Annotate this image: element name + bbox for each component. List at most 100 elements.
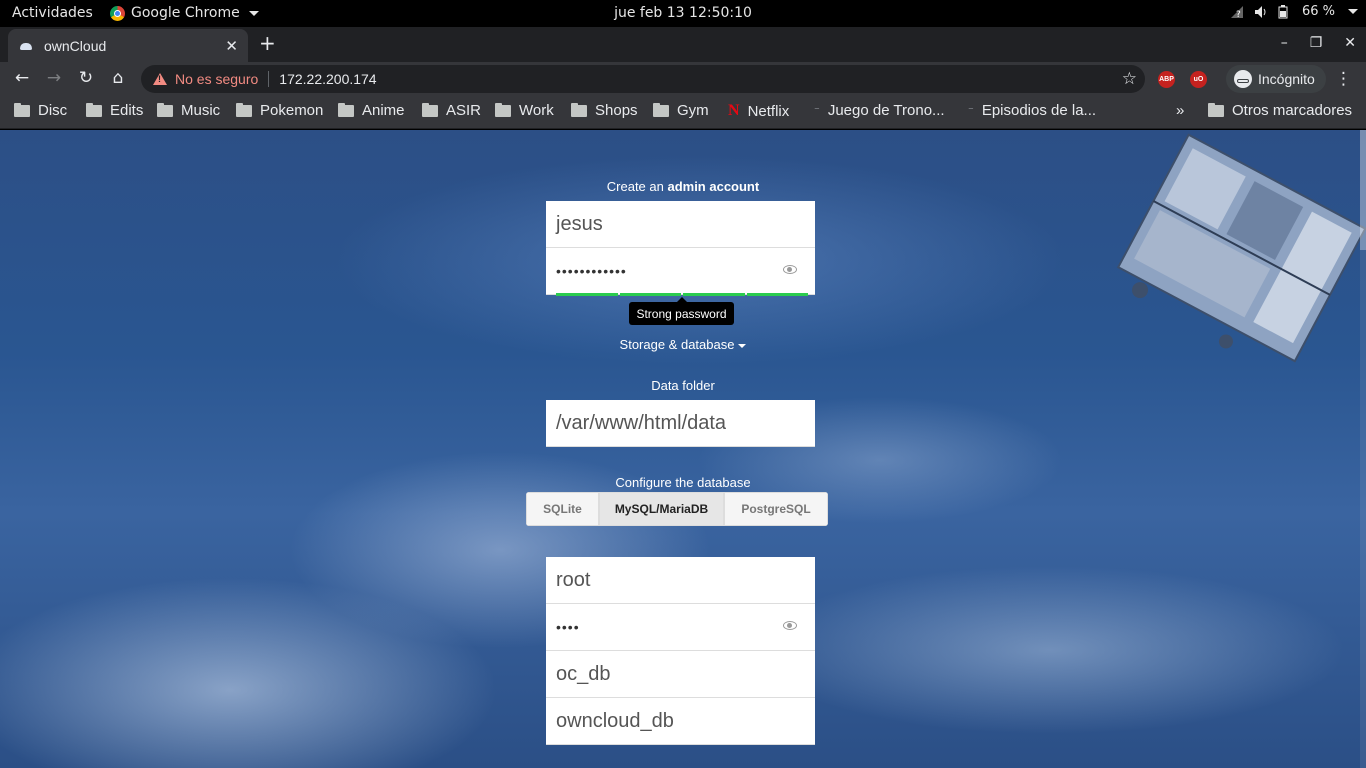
strength-segment [683, 293, 745, 296]
db-name-field[interactable]: oc_db [546, 651, 815, 698]
password-strength-tooltip: Strong password [629, 297, 734, 325]
heading-prefix: Create an [606, 179, 668, 194]
bookmark-link[interactable]: ⁻ Episodios de la... [968, 102, 1096, 119]
bookmark-folder[interactable]: Edits [86, 102, 143, 119]
bookmark-folder[interactable]: Pokemon [236, 102, 323, 119]
bookmark-folder[interactable]: Shops [571, 102, 638, 119]
chrome-logo-icon [110, 5, 125, 21]
db-option-mysql[interactable]: MySQL/MariaDB [599, 492, 724, 526]
system-top-bar: Actividades Google Chrome jue feb 13 12:… [0, 0, 1366, 27]
svg-text:?: ? [1236, 10, 1241, 19]
show-password-icon[interactable] [783, 265, 797, 274]
bookmarks-overflow-button[interactable]: » [1176, 102, 1184, 119]
bookmark-label: Otros marcadores [1232, 102, 1353, 119]
home-icon[interactable]: ⌂ [107, 68, 129, 88]
db-password-field[interactable]: •••• [546, 604, 815, 651]
battery-icon [1278, 4, 1292, 19]
browser-menu-icon[interactable]: ⋮ [1335, 69, 1352, 89]
netflix-icon: N [728, 102, 740, 119]
db-password-value: •••• [556, 619, 580, 635]
admin-password-field[interactable]: •••••••••••• [546, 248, 815, 295]
address-bar[interactable]: No es seguro 172.22.200.174 ☆ [141, 65, 1145, 93]
overflow-chevron-icon: » [1176, 102, 1185, 119]
folder-icon [571, 102, 587, 117]
bookmark-label: Pokemon [260, 102, 324, 119]
storage-toggle-label: Storage & database [619, 337, 735, 352]
data-folder-label: Data folder [651, 378, 715, 393]
folder-icon [1208, 102, 1224, 117]
adblock-extension-icon[interactable]: ABP [1158, 71, 1175, 88]
browser-tab[interactable]: ownCloud ✕ [8, 29, 248, 62]
forward-icon[interactable]: → [43, 68, 65, 88]
network-question-icon: ? [1230, 5, 1244, 20]
owncloud-setup-page: Create an admin account jesus ••••••••••… [0, 130, 1366, 768]
bookmark-folder[interactable]: Work [495, 102, 554, 119]
bookmark-label: ASIR [446, 102, 482, 119]
window-controls: – ❐ ✕ [1281, 35, 1356, 51]
minimize-icon[interactable]: – [1281, 35, 1288, 51]
bookmark-folder[interactable]: Disc [14, 102, 67, 119]
warning-icon [153, 73, 167, 85]
bookmark-label: Shops [595, 102, 638, 119]
bookmark-label: Netflix [747, 102, 790, 120]
bookmark-star-icon[interactable]: ☆ [1122, 69, 1137, 89]
folder-icon [157, 102, 173, 117]
bookmark-netflix[interactable]: N Netflix [728, 102, 789, 120]
close-window-icon[interactable]: ✕ [1344, 35, 1356, 51]
owncloud-favicon-icon [18, 40, 34, 52]
storage-database-toggle[interactable]: Storage & database [0, 337, 1366, 352]
bookmark-label: Gym [677, 102, 709, 119]
admin-username-field[interactable]: jesus [546, 201, 815, 248]
strength-segment [619, 293, 681, 296]
bookmark-link[interactable]: ⁻ Juego de Trono... [814, 102, 945, 119]
reload-icon[interactable]: ↻ [75, 68, 97, 88]
heading-bold: admin account [667, 179, 760, 194]
db-option-postgresql[interactable]: PostgreSQL [724, 492, 828, 526]
db-name-value: oc_db [556, 662, 611, 685]
chevron-down-icon [248, 10, 259, 16]
close-tab-icon[interactable]: ✕ [225, 37, 238, 55]
db-user-field[interactable]: root [546, 557, 815, 604]
page-icon: ⁻ [814, 105, 820, 117]
folder-icon [14, 102, 30, 117]
security-indicator[interactable]: No es seguro [175, 71, 258, 87]
folder-icon [495, 102, 511, 117]
restore-icon[interactable]: ❐ [1310, 35, 1323, 51]
data-folder-field[interactable]: /var/www/html/data [546, 400, 815, 447]
new-tab-icon[interactable]: + [259, 33, 276, 53]
battery-percentage: 66 % [1301, 4, 1335, 19]
app-menu[interactable]: Google Chrome [110, 5, 259, 21]
bookmark-folder[interactable]: ASIR [422, 102, 481, 119]
bookmark-folder[interactable]: Anime [338, 102, 405, 119]
bookmark-label: Edits [110, 102, 144, 119]
db-option-sqlite[interactable]: SQLite [526, 492, 599, 526]
tab-strip: ownCloud ✕ + – ❐ ✕ [0, 27, 1366, 62]
bookmark-folder[interactable]: Gym [653, 102, 709, 119]
other-bookmarks-folder[interactable]: Otros marcadores [1208, 102, 1352, 119]
divider [268, 71, 270, 87]
bookmarks-bar: Disc Edits Music Pokemon Anime ASIR Work… [0, 96, 1366, 129]
bookmark-label: Episodios de la... [981, 102, 1097, 119]
incognito-icon [1234, 70, 1252, 88]
bookmark-label: Anime [362, 102, 405, 119]
db-host-field[interactable]: owncloud_db [546, 698, 815, 745]
incognito-profile[interactable]: Incógnito [1226, 65, 1326, 93]
bookmark-folder[interactable]: Music [157, 102, 220, 119]
bookmark-label: Music [181, 102, 221, 119]
bookmark-label: Juego de Trono... [827, 102, 945, 119]
strength-segment [556, 293, 618, 296]
show-password-icon[interactable] [783, 621, 797, 630]
folder-icon [422, 102, 438, 117]
database-type-selector: SQLite MySQL/MariaDB PostgreSQL [526, 492, 828, 526]
url-text[interactable]: 172.22.200.174 [279, 71, 1121, 87]
back-icon[interactable]: ← [11, 68, 33, 88]
activities-button[interactable]: Actividades [12, 5, 93, 21]
folder-icon [338, 102, 354, 117]
ublock-extension-icon[interactable]: uO [1190, 71, 1207, 88]
satellite-background-image [1116, 133, 1366, 363]
page-scrollbar[interactable] [1360, 130, 1366, 768]
db-host-value: owncloud_db [556, 709, 674, 732]
folder-icon [653, 102, 669, 117]
system-tray[interactable]: ? 66 % [1230, 4, 1358, 20]
bookmark-label: Disc [38, 102, 68, 119]
